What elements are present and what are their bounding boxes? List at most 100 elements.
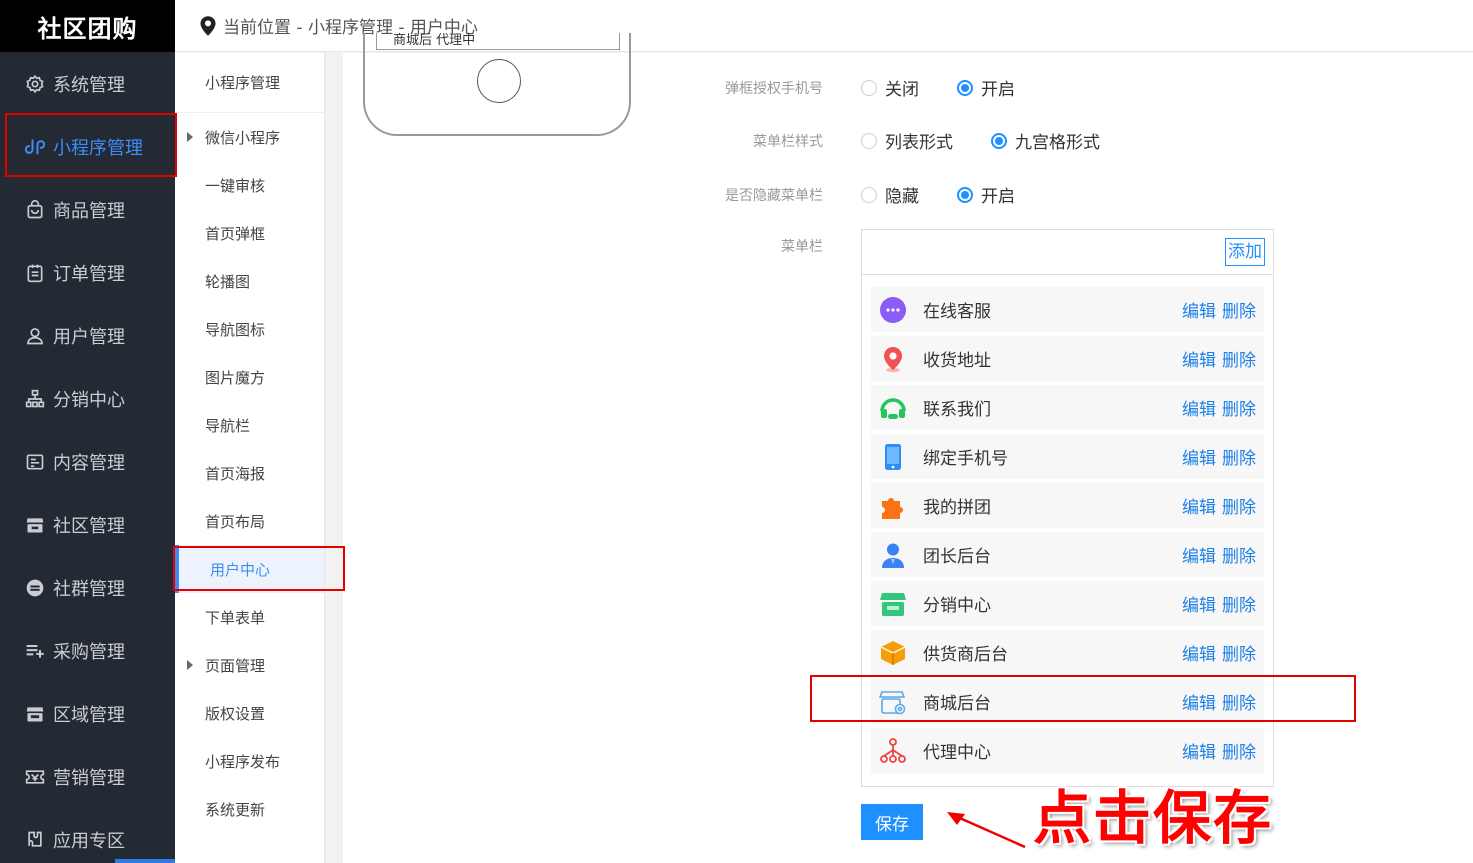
- menu-item-name: 供货商后台: [923, 645, 1008, 665]
- delete-link[interactable]: 删除: [1222, 444, 1256, 469]
- edit-link[interactable]: 编辑: [1182, 444, 1216, 469]
- menu-item-name: 在线客服: [923, 302, 991, 322]
- menu-style-grid-radio[interactable]: 九宫格形式: [991, 128, 1100, 153]
- sidebar-item-1[interactable]: 小程序管理: [0, 115, 175, 178]
- sidebar-item-label: 商品管理: [53, 200, 125, 222]
- menu-item-actions: 编辑 删除: [1176, 336, 1256, 381]
- submenu-item-1[interactable]: 微信小程序: [175, 113, 324, 161]
- menu-item-actions: 编辑 删除: [1176, 630, 1256, 675]
- edit-link[interactable]: 编辑: [1182, 493, 1216, 518]
- menu-item-actions: 编辑 删除: [1176, 434, 1256, 479]
- submenu-item-2[interactable]: 一键审核: [175, 161, 324, 209]
- edit-link[interactable]: 编辑: [1182, 395, 1216, 420]
- sidebar-item-0[interactable]: 系统管理: [0, 52, 175, 115]
- submenu-item-label: 小程序发布: [205, 752, 281, 771]
- submenu-item-11[interactable]: 下单表单: [175, 593, 324, 641]
- submenu-item-5[interactable]: 导航图标: [175, 305, 324, 353]
- edit-link[interactable]: 编辑: [1182, 346, 1216, 371]
- submenu-item-8[interactable]: 首页海报: [175, 449, 324, 497]
- submenu-item-10[interactable]: 用户中心: [175, 545, 324, 593]
- menu-style-list-radio[interactable]: 列表形式: [861, 128, 953, 153]
- hide-menu-hide-radio[interactable]: 隐藏: [861, 182, 919, 207]
- delete-link[interactable]: 删除: [1222, 297, 1256, 322]
- sidebar-item-label: 订单管理: [53, 263, 125, 285]
- caret-right-icon: [187, 132, 193, 142]
- minus-circle-icon: [24, 577, 46, 599]
- store-icon: [879, 590, 907, 618]
- submenu-item-12[interactable]: 页面管理: [175, 641, 324, 689]
- org-chart-icon: [24, 388, 46, 410]
- phone-preview: 商城后 代理中: [363, 33, 631, 136]
- submenu-item-6[interactable]: 图片魔方: [175, 353, 324, 401]
- sidebar-item-10[interactable]: 区域管理: [0, 682, 175, 745]
- store-icon: [24, 514, 46, 536]
- phone-icon: [879, 443, 907, 471]
- save-button[interactable]: 保存: [861, 804, 923, 840]
- phone-auth-off-radio[interactable]: 关闭: [861, 75, 919, 100]
- add-menu-button[interactable]: 添加: [1225, 238, 1265, 266]
- submenu-item-label: 轮播图: [205, 272, 251, 291]
- submenu-item-13[interactable]: 版权设置: [175, 689, 324, 737]
- hide-menu-on-radio[interactable]: 开启: [957, 182, 1015, 207]
- click-save-annotation: 点击保存: [1033, 784, 1274, 852]
- delete-link[interactable]: 删除: [1222, 346, 1256, 371]
- sidebar-item-6[interactable]: 内容管理: [0, 430, 175, 493]
- submenu-item-14[interactable]: 小程序发布: [175, 737, 324, 785]
- bag-icon: [24, 199, 46, 221]
- sidebar-item-7[interactable]: 社区管理: [0, 493, 175, 556]
- menu-item-row: 商城后台 编辑 删除: [871, 679, 1264, 724]
- sidebar-item-label: 营销管理: [53, 767, 125, 789]
- sidebar-item-11[interactable]: 营销管理: [0, 745, 175, 808]
- submenu-item-9[interactable]: 首页布局: [175, 497, 324, 545]
- submenu-item-4[interactable]: 轮播图: [175, 257, 324, 305]
- sidebar-item-label: 内容管理: [53, 452, 125, 474]
- edit-link[interactable]: 编辑: [1182, 738, 1216, 763]
- menu-item-row: 联系我们 编辑 删除: [871, 385, 1264, 430]
- sidebar-item-3[interactable]: 订单管理: [0, 241, 175, 304]
- delete-link[interactable]: 删除: [1222, 738, 1256, 763]
- sidebar-item-2[interactable]: 商品管理: [0, 178, 175, 241]
- menu-item-row: 分销中心 编辑 删除: [871, 581, 1264, 626]
- submenu-item-15[interactable]: 系统更新: [175, 785, 324, 833]
- delete-link[interactable]: 删除: [1222, 640, 1256, 665]
- submenu-item-label: 一键审核: [205, 176, 266, 195]
- delete-link[interactable]: 删除: [1222, 689, 1256, 714]
- sidebar-item-label: 系统管理: [53, 74, 125, 96]
- menu-style-label: 菜单栏样式: [753, 133, 823, 150]
- edit-link[interactable]: 编辑: [1182, 542, 1216, 567]
- radio-label: 开启: [981, 187, 1015, 207]
- menu-item-name: 团长后台: [923, 547, 991, 567]
- delete-link[interactable]: 删除: [1222, 591, 1256, 616]
- phone-home-button: [477, 59, 521, 103]
- edit-link[interactable]: 编辑: [1182, 640, 1216, 665]
- sidebar-item-12[interactable]: 应用专区: [0, 808, 175, 863]
- menu-item-name: 收货地址: [923, 351, 991, 371]
- radio-dot: [991, 132, 1007, 149]
- phone-auth-label: 弹框授权手机号: [725, 80, 823, 97]
- edit-link[interactable]: 编辑: [1182, 689, 1216, 714]
- delete-link[interactable]: 删除: [1222, 542, 1256, 567]
- sidebar-item-4[interactable]: 用户管理: [0, 304, 175, 367]
- menu-item-row: 供货商后台 编辑 删除: [871, 630, 1264, 675]
- delete-link[interactable]: 删除: [1222, 493, 1256, 518]
- menu-item-actions: 编辑 删除: [1176, 287, 1256, 332]
- puzzle-icon: [879, 492, 907, 520]
- submenu-item-7[interactable]: 导航栏: [175, 401, 324, 449]
- menu-bar-label: 菜单栏: [781, 239, 823, 255]
- submenu-item-3[interactable]: 首页弹框: [175, 209, 324, 257]
- menu-item-list: 在线客服 编辑 删除 收货地址 编辑 删除 联系我们 编辑 删除 绑定手机号 编辑 删除 我的拼团 编辑删…: [862, 275, 1273, 773]
- radio-dot: [861, 186, 877, 203]
- sidebar-item-label: 小程序管理: [53, 137, 143, 159]
- phone-auth-row: 弹框授权手机号 关闭 开启: [703, 75, 1053, 100]
- delete-link[interactable]: 删除: [1222, 395, 1256, 420]
- submenu-item-0[interactable]: 小程序管理: [175, 53, 324, 113]
- menu-item-name: 分销中心: [923, 596, 991, 616]
- sidebar-item-9[interactable]: 采购管理: [0, 619, 175, 682]
- submenu-item-label: 首页海报: [205, 464, 266, 483]
- edit-link[interactable]: 编辑: [1182, 591, 1216, 616]
- arrow-annotation: [947, 812, 1026, 849]
- edit-link[interactable]: 编辑: [1182, 297, 1216, 322]
- sidebar-item-5[interactable]: 分销中心: [0, 367, 175, 430]
- phone-auth-on-radio[interactable]: 开启: [957, 75, 1015, 100]
- sidebar-item-8[interactable]: 社群管理: [0, 556, 175, 619]
